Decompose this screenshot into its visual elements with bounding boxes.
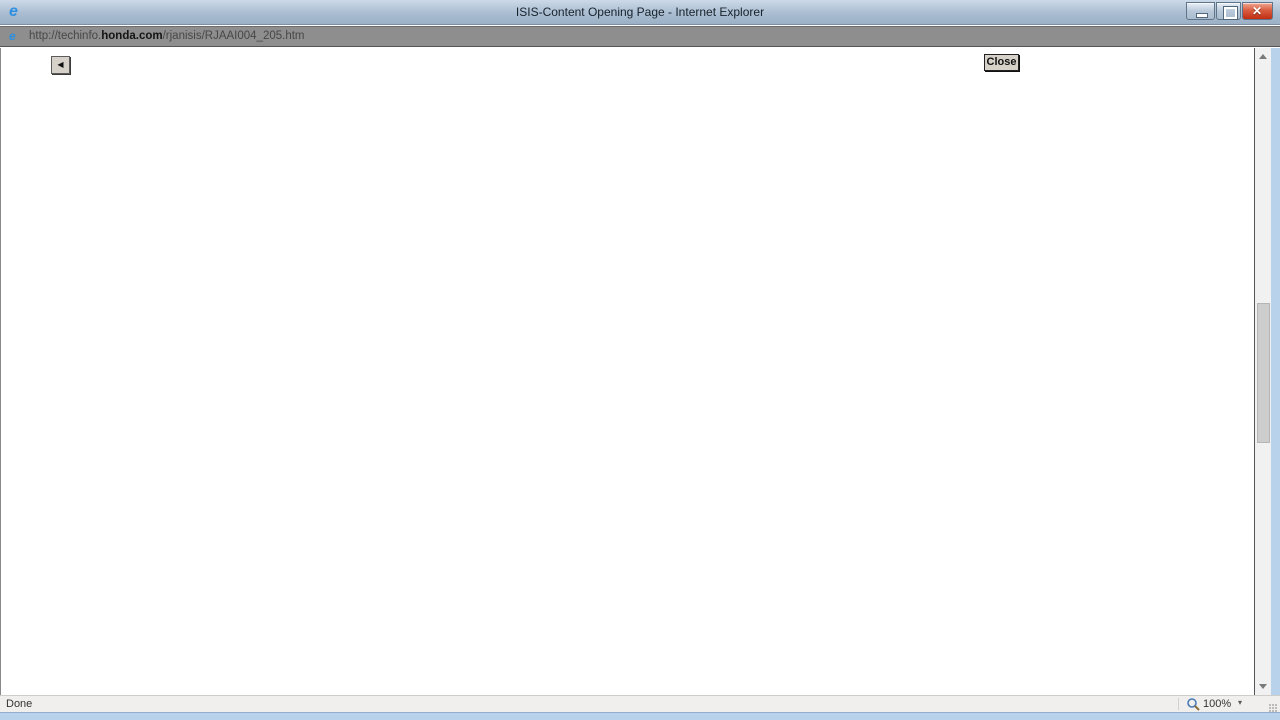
window-bottom-border <box>0 712 1280 720</box>
window-right-border <box>1271 48 1280 695</box>
back-arrow-button[interactable]: ◀ <box>51 56 70 74</box>
magnifier-icon <box>1187 698 1200 711</box>
status-separator <box>1178 698 1179 710</box>
close-icon: ✕ <box>1252 4 1263 18</box>
scrollbar-up-button[interactable] <box>1255 48 1271 65</box>
status-bar: Done 100% ▾ <box>0 695 1280 712</box>
page-favicon-ie-icon: e <box>9 29 16 43</box>
vertical-scrollbar[interactable] <box>1254 48 1271 695</box>
scrollbar-thumb[interactable] <box>1257 303 1270 443</box>
close-page-button[interactable]: Close <box>984 54 1019 71</box>
url-path: /rjanisis/RJAAI004_205.htm <box>162 30 305 42</box>
window-title: ISIS-Content Opening Page - Internet Exp… <box>515 5 765 19</box>
scroll-up-icon <box>1259 54 1267 59</box>
address-bar[interactable]: e http://techinfo.honda.com/rjanisis/RJA… <box>0 26 1280 47</box>
zoom-dropdown-icon[interactable]: ▾ <box>1238 698 1242 707</box>
scrollbar-down-button[interactable] <box>1255 678 1271 695</box>
maximize-icon <box>1223 6 1238 20</box>
minimize-icon <box>1196 13 1208 18</box>
url-text: http://techinfo.honda.com/rjanisis/RJAAI… <box>29 30 305 42</box>
zoom-level: 100% <box>1203 698 1232 710</box>
url-domain: honda.com <box>101 30 163 42</box>
ie-window: { "window": { "title": "ISIS-Content Ope… <box>0 0 1280 720</box>
close-window-button[interactable]: ✕ <box>1242 2 1273 20</box>
status-text: Done <box>6 698 33 710</box>
resize-grip[interactable] <box>1269 704 1277 712</box>
maximize-button[interactable] <box>1216 2 1241 20</box>
page-content <box>0 48 1254 695</box>
scroll-down-icon <box>1259 684 1267 689</box>
url-prefix: http://techinfo. <box>29 30 102 42</box>
title-bar: e ISIS-Content Opening Page - Internet E… <box>0 0 1280 25</box>
minimize-button[interactable] <box>1186 2 1215 20</box>
